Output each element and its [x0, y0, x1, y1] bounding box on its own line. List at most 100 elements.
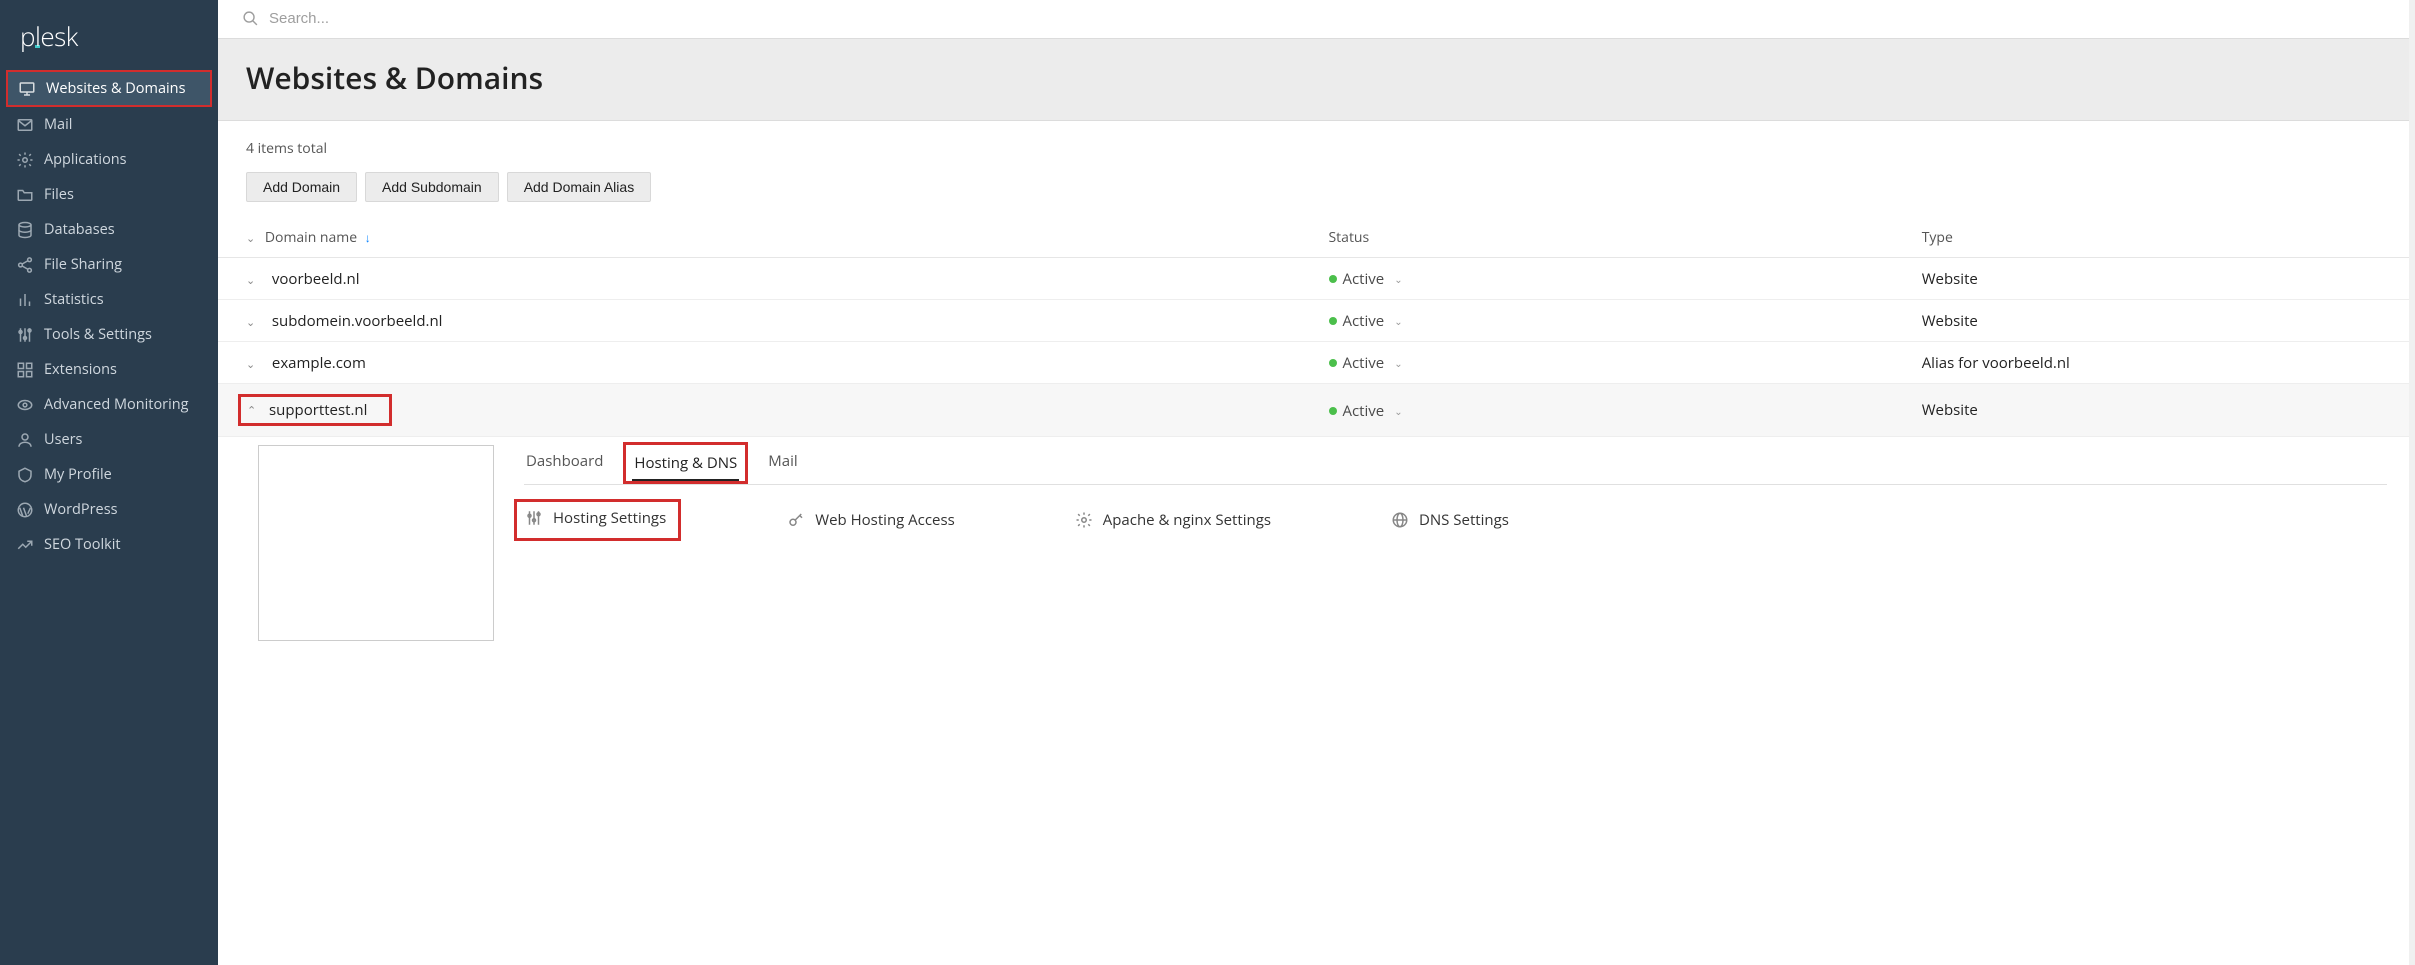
type-text: Alias for voorbeeld.nl [1922, 353, 2070, 373]
tool-label: DNS Settings [1419, 510, 1509, 530]
page-header: Websites & Domains [218, 38, 2415, 121]
sidebar-item-advanced-monitoring[interactable]: Advanced Monitoring [0, 387, 218, 422]
add-domain-alias-button[interactable]: Add Domain Alias [507, 172, 652, 202]
sidebar-item-wordpress[interactable]: WordPress [0, 492, 218, 527]
sidebar-item-mail[interactable]: Mail [0, 107, 218, 142]
trend-icon [16, 536, 34, 554]
tool-hosting-settings[interactable]: Hosting Settings [525, 508, 666, 528]
sidebar-item-users[interactable]: Users [0, 422, 218, 457]
page-title: Websites & Domains [246, 57, 2387, 98]
search-input[interactable] [269, 10, 669, 27]
tool-web-hosting-access[interactable]: Web Hosting Access [787, 510, 955, 530]
tool-dns-settings[interactable]: DNS Settings [1391, 510, 1509, 530]
user-icon [16, 431, 34, 449]
sidebar-nav: Websites & Domains Mail Applications Fil… [0, 70, 218, 562]
status-dot-icon [1329, 407, 1337, 415]
type-text: Website [1922, 269, 1978, 289]
highlight-hosting-settings: Hosting Settings [514, 499, 681, 541]
database-icon [16, 221, 34, 239]
chevron-down-icon[interactable]: ⌄ [246, 273, 258, 288]
add-subdomain-button[interactable]: Add Subdomain [365, 172, 499, 202]
sidebar-item-file-sharing[interactable]: File Sharing [0, 247, 218, 282]
items-total-label: 4 items total [218, 139, 2415, 172]
sidebar-item-seo-toolkit[interactable]: SEO Toolkit [0, 527, 218, 562]
sidebar-item-my-profile[interactable]: My Profile [0, 457, 218, 492]
tab-mail[interactable]: Mail [766, 445, 799, 484]
sidebar-item-label: Websites & Domains [46, 79, 185, 98]
status-text: Active [1343, 269, 1385, 289]
sort-caret-icon: ⌄ [246, 231, 255, 246]
site-thumbnail[interactable] [258, 445, 494, 641]
sidebar-item-websites-domains[interactable]: Websites & Domains [8, 72, 210, 105]
chevron-down-icon: ⌄ [1394, 314, 1402, 328]
sliders-icon [16, 326, 34, 344]
tab-hosting-dns[interactable]: Hosting & DNS [632, 447, 739, 481]
table-row[interactable]: ⌃ supporttest.nl Active ⌄ Website [218, 384, 2415, 437]
gear-icon [1075, 511, 1093, 529]
chevron-down-icon: ⌄ [1394, 404, 1402, 418]
sidebar-item-label: My Profile [44, 465, 112, 484]
column-header-status[interactable]: Status [1317, 218, 1910, 258]
status-pill[interactable]: Active ⌄ [1329, 311, 1403, 331]
table-row[interactable]: ⌄ example.com Active ⌄ Alias for voorbee… [218, 342, 2415, 384]
column-header-type[interactable]: Type [1910, 218, 2415, 258]
sidebar-item-databases[interactable]: Databases [0, 212, 218, 247]
chevron-down-icon[interactable]: ⌄ [246, 357, 258, 372]
table-row[interactable]: ⌄ voorbeeld.nl Active ⌄ Website [218, 258, 2415, 300]
tool-label: Apache & nginx Settings [1103, 510, 1271, 530]
sidebar-item-label: SEO Toolkit [44, 535, 121, 554]
main-content: Websites & Domains 4 items total Add Dom… [218, 0, 2415, 965]
brand-text: plesk [20, 18, 78, 54]
wordpress-icon [16, 501, 34, 519]
chevron-up-icon[interactable]: ⌃ [247, 403, 259, 418]
status-pill[interactable]: Active ⌄ [1329, 401, 1403, 421]
scrollbar-track[interactable] [2409, 0, 2415, 965]
domain-name: subdomein.voorbeeld.nl [272, 311, 443, 331]
sidebar-item-tools-settings[interactable]: Tools & Settings [0, 317, 218, 352]
brand-logo: plesk [0, 0, 218, 70]
column-label: Domain name [265, 228, 357, 247]
sliders-icon [525, 509, 543, 527]
search-icon [242, 10, 259, 27]
domain-name: voorbeeld.nl [272, 269, 360, 289]
sidebar: plesk Websites & Domains Mail Applicatio… [0, 0, 218, 965]
sort-direction-icon: ↓ [365, 229, 371, 246]
eye-icon [16, 396, 34, 414]
monitor-icon [18, 80, 36, 98]
sidebar-item-label: Advanced Monitoring [44, 395, 189, 414]
detail-tabs: Dashboard Hosting & DNS Mail [524, 445, 2387, 485]
hosting-tools-row: Hosting Settings Web Hosting Access Apa [524, 507, 2387, 533]
add-domain-button[interactable]: Add Domain [246, 172, 357, 202]
folder-icon [16, 186, 34, 204]
tab-dashboard[interactable]: Dashboard [524, 445, 605, 484]
sidebar-item-extensions[interactable]: Extensions [0, 352, 218, 387]
status-pill[interactable]: Active ⌄ [1329, 353, 1403, 373]
globe-icon [1391, 511, 1409, 529]
sidebar-item-label: Tools & Settings [44, 325, 152, 344]
domain-name: example.com [272, 353, 366, 373]
grid-icon [16, 361, 34, 379]
bar-chart-icon [16, 291, 34, 309]
sidebar-item-files[interactable]: Files [0, 177, 218, 212]
tool-label: Web Hosting Access [815, 510, 955, 530]
domains-table: ⌄ Domain name ↓ Status Type ⌄ voorbeeld.… [218, 218, 2415, 661]
status-pill[interactable]: Active ⌄ [1329, 269, 1403, 289]
highlight-supporttest-row: ⌃ supporttest.nl [238, 394, 392, 426]
status-dot-icon [1329, 317, 1337, 325]
profile-icon [16, 466, 34, 484]
highlight-hosting-dns-tab: Hosting & DNS [623, 442, 748, 484]
chevron-down-icon[interactable]: ⌄ [246, 315, 258, 330]
status-dot-icon [1329, 359, 1337, 367]
status-text: Active [1343, 353, 1385, 373]
tool-apache-nginx[interactable]: Apache & nginx Settings [1075, 510, 1271, 530]
table-row[interactable]: ⌄ subdomein.voorbeeld.nl Active ⌄ Websit… [218, 300, 2415, 342]
table-header-row: ⌄ Domain name ↓ Status Type [218, 218, 2415, 258]
chevron-down-icon: ⌄ [1394, 272, 1402, 286]
sidebar-item-statistics[interactable]: Statistics [0, 282, 218, 317]
status-text: Active [1343, 401, 1385, 421]
chevron-down-icon: ⌄ [1394, 356, 1402, 370]
sidebar-item-applications[interactable]: Applications [0, 142, 218, 177]
action-buttons-row: Add Domain Add Subdomain Add Domain Alia… [218, 172, 2415, 218]
sidebar-item-label: Extensions [44, 360, 117, 379]
column-header-domain[interactable]: ⌄ Domain name ↓ [218, 218, 1317, 258]
